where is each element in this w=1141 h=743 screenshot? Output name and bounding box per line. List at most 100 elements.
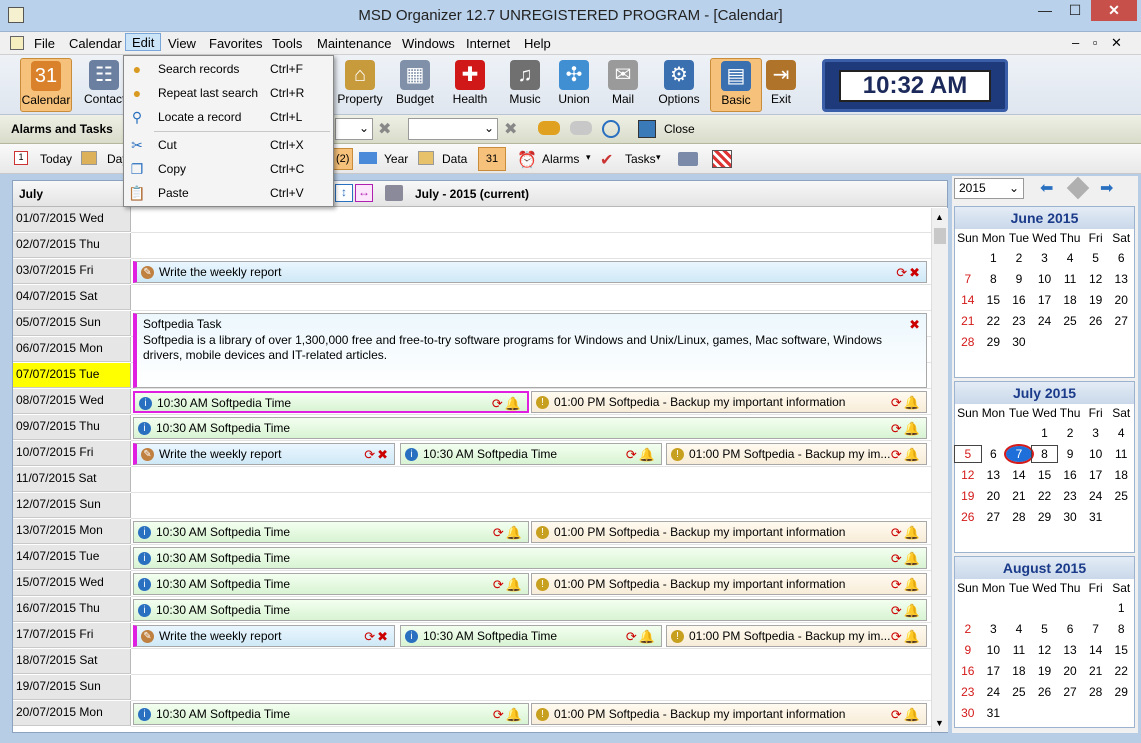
event-actions-icon[interactable]: ⟳🔔 <box>492 396 523 411</box>
menu-calendar[interactable]: Calendar <box>63 35 128 53</box>
mini-day[interactable]: 11 <box>1057 271 1083 287</box>
mini-day[interactable]: 23 <box>955 684 981 700</box>
menu-item-search-records[interactable]: ● Search records Ctrl+F <box>124 58 333 80</box>
alarm-event[interactable]: i 10:30 AM Softpedia Time ⟳🔔 <box>133 573 529 595</box>
alarm-event[interactable]: ! 01:00 PM Softpedia - Backup my im... ⟳🔔 <box>666 443 927 465</box>
delete-task-icon[interactable]: ✖ <box>909 317 920 333</box>
task-event[interactable]: ✎ Write the weekly report ⟳✖ <box>133 625 395 647</box>
task-event[interactable]: ✎ Write the weekly report ⟳✖ <box>133 443 395 465</box>
minimize-button[interactable]: — <box>1030 0 1060 21</box>
maximize-button[interactable]: ☐ <box>1060 0 1090 21</box>
alarm-event[interactable]: ! 01:00 PM Softpedia - Backup my importan… <box>531 521 927 543</box>
current-month-icon[interactable] <box>1066 176 1090 200</box>
mini-day[interactable]: 8 <box>1108 621 1134 637</box>
mini-day[interactable]: 7 <box>955 271 981 287</box>
mini-day[interactable]: 21 <box>1083 663 1109 679</box>
mini-day[interactable]: 16 <box>1006 292 1032 308</box>
day-label[interactable]: 01/07/2015 Wed <box>13 207 131 232</box>
mini-day[interactable]: 15 <box>981 292 1007 308</box>
print-icon[interactable] <box>678 152 698 166</box>
mini-day[interactable]: 6 <box>1057 621 1083 637</box>
data-view-button[interactable]: Data <box>442 152 467 166</box>
tasks-dropdown[interactable]: Tasks <box>625 152 656 166</box>
alarm-event[interactable]: ! 01:00 PM Softpedia - Backup my im... ⟳🔔 <box>666 625 927 647</box>
mini-day[interactable]: 4 <box>1006 621 1032 637</box>
year-view-button[interactable]: Year <box>384 152 408 166</box>
alarm-event[interactable]: i 10:30 AM Softpedia Time ⟳🔔 <box>133 599 927 621</box>
mini-day[interactable]: 24 <box>981 684 1007 700</box>
toolbar-budget-button[interactable]: ▦ Budget <box>389 58 441 112</box>
filter-select-2[interactable]: ⌄ <box>408 118 498 140</box>
event-actions-icon[interactable]: ⟳🔔 <box>891 577 922 593</box>
close-window-button[interactable]: ✕ <box>1091 0 1137 21</box>
mini-day[interactable]: 4 <box>1057 250 1083 266</box>
mini-day[interactable]: 10 <box>981 642 1007 658</box>
event-actions-icon[interactable]: ⟳✖ <box>364 447 390 463</box>
next-month-icon[interactable]: ➡ <box>1100 178 1113 198</box>
print-calendar-icon[interactable] <box>385 185 403 201</box>
mini-day[interactable]: 24 <box>1032 313 1058 329</box>
day-label[interactable]: 07/07/2015 Tue <box>13 363 131 388</box>
event-actions-icon[interactable]: ⟳🔔 <box>891 551 922 567</box>
event-actions-icon[interactable]: ⟳🔔 <box>626 629 657 645</box>
toolbar-calendar-button[interactable]: 31 Calendar <box>20 58 72 112</box>
alarm-event[interactable]: i 10:30 AM Softpedia Time ⟳🔔 <box>133 547 927 569</box>
clear-filter-2-icon[interactable]: ✖ <box>504 119 517 139</box>
day-label[interactable]: 18/07/2015 Sat <box>13 649 131 674</box>
day-label[interactable]: 17/07/2015 Fri <box>13 623 131 648</box>
day-label[interactable]: 09/07/2015 Thu <box>13 415 131 440</box>
event-actions-icon[interactable]: ⟳🔔 <box>493 577 524 593</box>
mini-day[interactable]: 27 <box>1108 313 1134 329</box>
mini-day[interactable]: 15 <box>1108 642 1134 658</box>
mini-day[interactable]: 26 <box>955 509 981 525</box>
mini-day[interactable]: 14 <box>1006 467 1032 483</box>
mini-day[interactable]: 15 <box>1032 467 1058 483</box>
toolbar-exit-button[interactable]: ⇥ Exit <box>755 58 807 112</box>
alarm-event[interactable]: i 10:30 AM Softpedia Time ⟳🔔 <box>400 443 662 465</box>
mini-day[interactable]: 7 <box>1083 621 1109 637</box>
toolbar-contacts-button[interactable]: ☷ Contacts <box>84 58 124 112</box>
mini-day[interactable]: 26 <box>1032 684 1058 700</box>
mini-day[interactable]: 20 <box>1057 663 1083 679</box>
scroll-thumb[interactable] <box>934 228 946 244</box>
day-label[interactable]: 19/07/2015 Sun <box>13 675 131 700</box>
report-icon[interactable] <box>712 150 732 168</box>
mini-day[interactable]: 19 <box>1083 292 1109 308</box>
day-label[interactable]: 08/07/2015 Wed <box>13 389 131 414</box>
mini-day[interactable]: 29 <box>1032 509 1058 525</box>
day-label[interactable]: 12/07/2015 Sun <box>13 493 131 518</box>
mini-day[interactable]: 10 <box>1032 271 1058 287</box>
toolbar-health-button[interactable]: ✚ Health <box>444 58 496 112</box>
mini-day[interactable]: 20 <box>981 488 1007 504</box>
mini-day[interactable]: 4 <box>1108 425 1134 441</box>
alarm-event[interactable]: i 10:30 AM Softpedia Time ⟳🔔 <box>133 703 529 725</box>
menu-tools[interactable]: Tools <box>266 35 308 53</box>
day-label[interactable]: 11/07/2015 Sat <box>13 467 131 492</box>
mini-day[interactable]: 5 <box>1032 621 1058 637</box>
alarm-event[interactable]: i 10:30 AM Softpedia Time ⟳🔔 <box>133 391 529 413</box>
filter-select-1[interactable]: ⌄ <box>335 118 373 140</box>
menu-item-repeat-last-search[interactable]: ● Repeat last search Ctrl+R <box>124 82 333 104</box>
locate-record-icon[interactable] <box>602 120 620 138</box>
mini-day[interactable]: 30 <box>1057 509 1083 525</box>
mini-day[interactable]: 21 <box>1006 488 1032 504</box>
mini-day[interactable]: 1 <box>1108 600 1134 616</box>
mini-day[interactable]: 20 <box>1108 292 1134 308</box>
vertical-scrollbar[interactable]: ▲ ▼ <box>931 208 948 732</box>
mini-day[interactable]: 5 <box>1083 250 1109 266</box>
today-button[interactable]: Today <box>40 152 72 166</box>
mini-day[interactable]: 3 <box>1083 425 1109 441</box>
mini-day[interactable]: 1 <box>981 250 1007 266</box>
mini-day[interactable]: 29 <box>1108 684 1134 700</box>
count-badge[interactable]: (2) <box>333 148 353 170</box>
mini-day[interactable]: 17 <box>981 663 1007 679</box>
search-records-icon[interactable] <box>538 121 560 135</box>
event-actions-icon[interactable]: ⟳🔔 <box>891 421 922 437</box>
mini-day[interactable]: 25 <box>1006 684 1032 700</box>
mini-day[interactable]: 25 <box>1057 313 1083 329</box>
toolbar-property-button[interactable]: ⌂ Property <box>334 58 386 112</box>
mini-day[interactable]: 9 <box>1006 271 1032 287</box>
toolbar-music-button[interactable]: ♫ Music <box>499 58 551 112</box>
menu-item-locate-a-record[interactable]: ⚲ Locate a record Ctrl+L <box>124 106 333 128</box>
alarm-event[interactable]: ! 01:00 PM Softpedia - Backup my importan… <box>531 573 927 595</box>
